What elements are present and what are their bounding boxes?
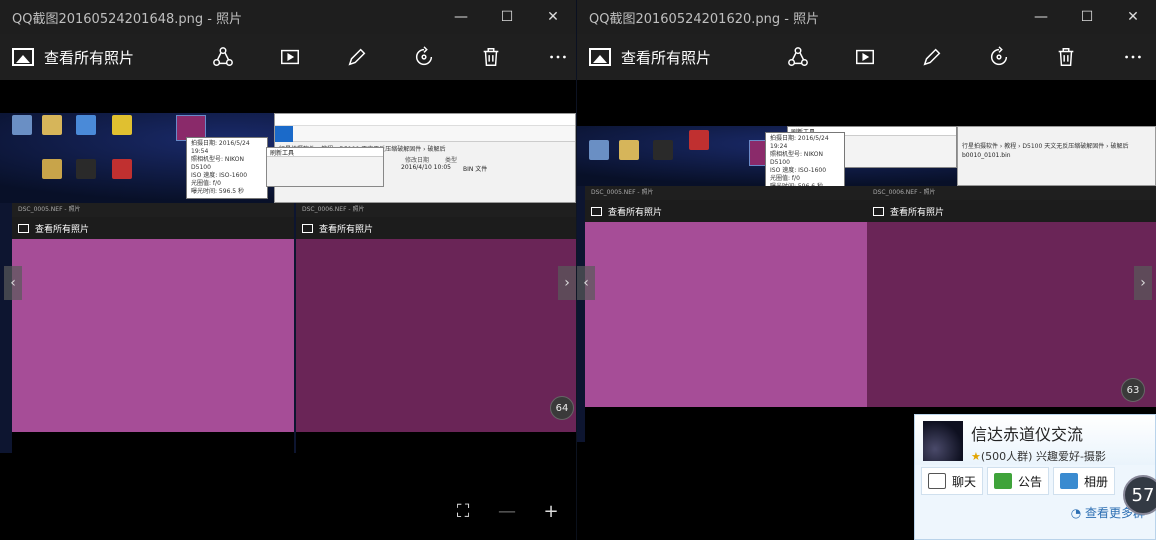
embedded-photo (867, 222, 1156, 407)
file-explorer: 行星拍摄软件 › 教程 › D5100 天文无反压缩破解固件 › 破解后 b00… (957, 126, 1156, 186)
close-button[interactable]: ✕ (1110, 0, 1156, 34)
view-all-photos-button[interactable]: 查看所有照片 (621, 47, 771, 68)
star-icon: ★ (971, 450, 981, 463)
page-counter: 63 (1121, 378, 1145, 402)
fit-icon[interactable]: ⛶ (452, 501, 474, 522)
embedded-screenshot: 行星拍摄软件 › 教程 › D5100 天文无反压缩破解固件 › 破解后 b00… (577, 126, 1156, 442)
rotate-icon[interactable] (390, 34, 457, 80)
delete-icon[interactable] (457, 34, 524, 80)
chat-icon (928, 473, 946, 489)
share-icon[interactable] (189, 34, 256, 80)
embedded-screenshot: 行星拍摄软件 › 教程 › D5100 天文无反压缩破解固件 › 破解后 修改日… (0, 113, 576, 453)
toolbar: 查看所有照片 (577, 34, 1156, 80)
previous-arrow[interactable]: ‹ (4, 266, 22, 300)
page-counter: 64 (550, 396, 574, 420)
previous-arrow[interactable]: ‹ (577, 266, 595, 300)
zoom-out-icon[interactable]: — (496, 501, 518, 522)
rotate-icon[interactable] (965, 34, 1032, 80)
embedded-viewer-left: DSC_0005.NEF - 照片 查看所有照片 (585, 186, 867, 442)
maximize-button[interactable]: ☐ (1064, 0, 1110, 34)
desktop-icon (677, 130, 721, 152)
qq-group-card: 信达赤道仪交流 ★(500人群) 兴趣爱好-摄影 聊天 公告 相册 ◔ 查看更多… (914, 414, 1156, 540)
album-icon (1060, 473, 1079, 489)
column-date: 修改日期 (405, 157, 430, 164)
desktop-icon (100, 115, 144, 137)
notice-button[interactable]: 公告 (987, 467, 1050, 495)
next-arrow[interactable]: › (558, 266, 576, 300)
group-name[interactable]: 信达赤道仪交流 (971, 421, 1106, 445)
zoom-controls: ⛶ — + (452, 501, 562, 522)
minimize-button[interactable]: — (1018, 0, 1064, 34)
embedded-photo (296, 239, 576, 432)
embedded-viewer-left: DSC_0005.NEF - 照片 查看所有照片 (12, 203, 294, 453)
image-stage[interactable]: 行星拍摄软件 › 教程 › D5100 天文无反压缩破解固件 › 破解后 修改日… (0, 80, 576, 540)
notification-badge[interactable]: 57 (1123, 475, 1156, 515)
file-type: BIN 文件 (462, 166, 488, 173)
chat-button[interactable]: 聊天 (921, 467, 984, 495)
title-bar[interactable]: QQ截图20160524201620.png - 照片 — ☐ ✕ (577, 0, 1156, 34)
column-type: 类型 (445, 157, 458, 164)
photos-window-left: QQ截图20160524201648.png - 照片 — ☐ ✕ 查看所有照片 (0, 0, 576, 540)
delete-icon[interactable] (1032, 34, 1099, 80)
embedded-viewer-right: DSC_0006.NEF - 照片 查看所有照片 (867, 186, 1156, 442)
group-info: (500人群) 兴趣爱好-摄影 (980, 450, 1106, 463)
group-avatar[interactable] (923, 421, 963, 461)
desktop-icon (100, 159, 144, 181)
exif-tooltip: 拍摄日期: 2016/5/24 19:54 照相机型号: NIKON D5100… (186, 137, 268, 199)
edit-icon[interactable] (898, 34, 965, 80)
slideshow-icon[interactable] (256, 34, 323, 80)
flash-dialog: 刷新工具 (266, 147, 384, 187)
share-icon[interactable] (764, 34, 831, 80)
embedded-viewer-right: DSC_0006.NEF - 照片 查看所有照片 (296, 203, 576, 453)
more-icon[interactable] (524, 34, 576, 80)
desktop: QQ截图20160524201648.png - 照片 — ☐ ✕ 查看所有照片 (0, 0, 1156, 540)
edit-icon[interactable] (323, 34, 390, 80)
file-date: 2016/4/10 10:05 (401, 164, 451, 171)
embedded-photo (585, 222, 867, 407)
photos-icon[interactable] (12, 48, 34, 66)
close-button[interactable]: ✕ (530, 0, 576, 34)
view-all-photos-button[interactable]: 查看所有照片 (44, 47, 194, 68)
embedded-photo (12, 239, 294, 432)
exif-tooltip: 拍摄日期: 2016/5/24 19:24 照相机型号: NIKON D5100… (765, 132, 845, 194)
zoom-in-icon[interactable]: + (540, 501, 562, 522)
slideshow-icon[interactable] (831, 34, 898, 80)
album-button[interactable]: 相册 (1053, 467, 1116, 495)
photos-icon[interactable] (589, 48, 611, 66)
maximize-button[interactable]: ☐ (484, 0, 530, 34)
notice-icon (994, 473, 1013, 489)
toolbar: 查看所有照片 (0, 34, 576, 80)
title-bar[interactable]: QQ截图20160524201648.png - 照片 — ☐ ✕ (0, 0, 576, 34)
window-title: QQ截图20160524201648.png - 照片 (12, 11, 243, 27)
window-title: QQ截图20160524201620.png - 照片 (589, 11, 820, 27)
more-icon[interactable] (1099, 34, 1156, 80)
minimize-button[interactable]: — (438, 0, 484, 34)
next-arrow[interactable]: › (1134, 266, 1152, 300)
